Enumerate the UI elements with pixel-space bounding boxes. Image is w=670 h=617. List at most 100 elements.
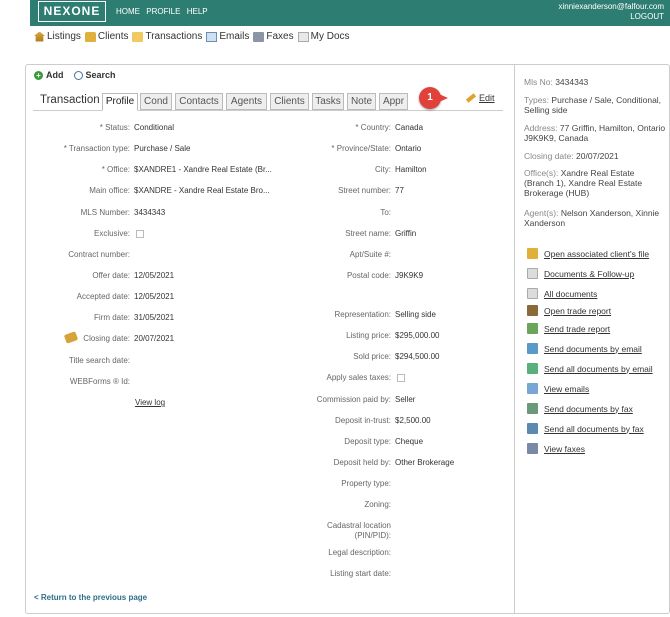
subnav-label: Transactions — [145, 31, 203, 42]
action-open-trade-report[interactable]: Open trade report — [527, 305, 611, 316]
action-label: Send documents by email — [544, 343, 642, 354]
action-label: Send all documents by email — [544, 363, 653, 374]
action-view-faxes[interactable]: View faxes — [527, 443, 585, 454]
nav-profile[interactable]: PROFILE — [146, 7, 180, 16]
view-log-link[interactable]: View log — [135, 398, 165, 407]
summary-closing: Closing date: 20/07/2021 — [524, 151, 666, 161]
mls-number-value: 3434343 — [134, 208, 166, 217]
action-send-documents-email[interactable]: Send documents by email — [527, 343, 642, 354]
toolbar: + Add Search — [34, 70, 116, 80]
sold-price-label: Sold price: — [353, 352, 391, 361]
fax-icon — [253, 31, 265, 42]
edit-label: Edit — [479, 93, 495, 103]
summary-mls: Mls No: 3434343 — [524, 77, 666, 87]
firm-date-label: Firm date: — [93, 313, 130, 322]
send-trade-report-icon — [527, 323, 538, 334]
offer-date-value: 12/05/2021 — [134, 271, 175, 280]
tab-note[interactable]: Note — [347, 93, 376, 110]
country-value: Canada — [395, 123, 424, 132]
action-send-all-documents-fax[interactable]: Send all documents by fax — [527, 423, 644, 434]
title-search-date-label: Title search date: — [68, 356, 130, 365]
edit-button[interactable]: Edit — [465, 93, 495, 103]
action-send-trade-report[interactable]: Send trade report — [527, 323, 610, 334]
action-label: Send documents by fax — [544, 403, 633, 414]
representation-label: Representation: — [334, 310, 391, 319]
user-email: xinniexanderson@falfour.com — [558, 2, 664, 11]
mail-icon — [206, 31, 218, 42]
offer-date-label: Offer date: — [92, 271, 130, 280]
tab-contacts[interactable]: Contacts — [175, 93, 223, 110]
nexone-logo[interactable]: NEXONE — [38, 1, 106, 22]
main-office-value: $XANDRE - Xandre Real Estate Bro... — [134, 186, 270, 195]
summary-label: Agent(s): — [524, 208, 559, 218]
city-value: Hamilton — [395, 165, 427, 174]
action-label: Documents & Follow-up — [544, 268, 635, 279]
tab-cond[interactable]: Cond — [140, 93, 172, 110]
office-label: * Office: — [101, 165, 130, 174]
tab-clients[interactable]: Clients — [270, 93, 309, 110]
province-label: * Province/State: — [331, 144, 391, 153]
summary-label: Mls No: — [524, 77, 553, 87]
property-type-label: Property type: — [341, 479, 391, 488]
subnav-label: Emails — [219, 31, 250, 42]
subnav-listings[interactable]: Listings — [34, 31, 81, 42]
accepted-date-label: Accepted date: — [76, 292, 130, 301]
city-label: City: — [375, 165, 391, 174]
tab-appr[interactable]: Appr — [379, 93, 408, 110]
action-view-emails[interactable]: View emails — [527, 383, 589, 394]
nav-home[interactable]: HOME — [116, 7, 140, 16]
action-all-documents[interactable]: All documents — [527, 288, 597, 299]
summary-label: Types: — [524, 95, 550, 105]
subnav-clients[interactable]: Clients — [84, 31, 128, 42]
exclusive-checkbox[interactable] — [136, 230, 144, 238]
summary-address: Address: 77 Griffin, Hamilton, Ontario J… — [524, 123, 666, 143]
search-icon — [73, 70, 83, 80]
listing-price-value: $295,000.00 — [395, 331, 440, 340]
closing-date-value: 20/07/2021 — [134, 334, 175, 343]
deposit-held-by-value: Other Brokerage — [395, 458, 455, 467]
fax-all-documents-icon — [527, 423, 538, 434]
apply-sales-taxes-checkbox[interactable] — [397, 374, 405, 382]
add-button[interactable]: + Add — [34, 70, 64, 80]
listing-price-label: Listing price: — [346, 331, 391, 340]
commission-paid-by-label: Commission paid by: — [316, 395, 391, 404]
exclusive-label: Exclusive: — [93, 229, 130, 238]
to-label: To: — [380, 208, 391, 217]
action-label: View faxes — [544, 443, 585, 454]
search-label: Search — [85, 70, 116, 80]
return-link[interactable]: < Return to the previous page — [34, 593, 147, 602]
tab-section-title: Transaction — [40, 94, 100, 106]
commission-paid-by-value: Seller — [395, 395, 416, 404]
add-label: Add — [46, 70, 64, 80]
top-bar: NEXONE HOME PROFILE HELP xinniexanderson… — [30, 0, 670, 26]
email-all-documents-icon — [527, 363, 538, 374]
action-open-client-file[interactable]: Open associated client's file — [527, 248, 649, 259]
nav-help[interactable]: HELP — [187, 7, 208, 16]
house-icon — [34, 31, 45, 42]
action-documents-follow-up[interactable]: Documents & Follow-up — [527, 268, 634, 279]
subnav-my-docs[interactable]: My Docs — [297, 31, 350, 42]
action-label: Open trade report — [544, 305, 612, 316]
summary-label: Closing date: — [524, 151, 574, 161]
action-label: Open associated client's file — [544, 248, 650, 259]
deposit-in-trust-value: $2,500.00 — [395, 416, 431, 425]
street-number-label: Street number: — [338, 186, 391, 195]
summary-agents: Agent(s): Nelson Xanderson, Xinnie Xande… — [524, 208, 666, 228]
transaction-type-label: * Transaction type: — [63, 144, 130, 153]
apt-suite-label: Apt/Suite #: — [349, 250, 391, 259]
subnav-emails[interactable]: Emails — [206, 31, 249, 42]
status-value: Conditional — [134, 123, 175, 132]
tab-profile[interactable]: Profile — [102, 93, 138, 111]
top-nav: HOME PROFILE HELP — [116, 7, 212, 16]
action-send-all-documents-email[interactable]: Send all documents by email — [527, 363, 653, 374]
logout-link[interactable]: LOGOUT — [558, 12, 664, 22]
action-send-documents-fax[interactable]: Send documents by fax — [527, 403, 633, 414]
summary-offices: Office(s): Xandre Real Estate (Branch 1)… — [524, 168, 666, 198]
cadastral-pin-label: (PIN/PID): — [354, 531, 391, 540]
tab-tasks[interactable]: Tasks — [312, 93, 344, 110]
search-button[interactable]: Search — [73, 70, 116, 80]
callout-badge: 1 — [419, 87, 448, 109]
tab-agents[interactable]: Agents — [226, 93, 267, 110]
subnav-faxes[interactable]: Faxes — [253, 31, 294, 42]
subnav-transactions[interactable]: Transactions — [132, 31, 202, 42]
